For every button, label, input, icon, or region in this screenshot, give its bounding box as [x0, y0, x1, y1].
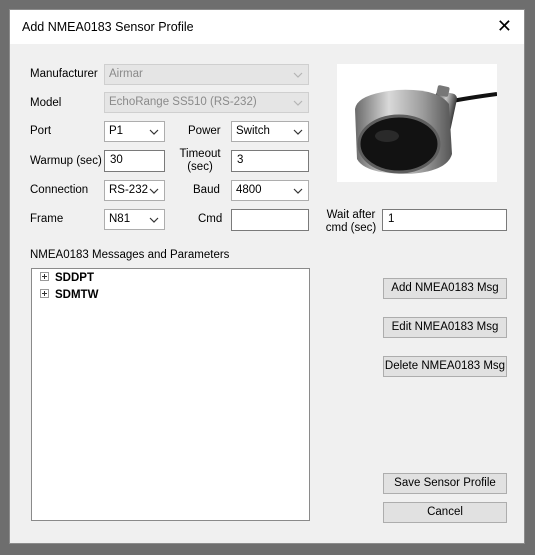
power-select[interactable]: Switch: [231, 121, 309, 142]
power-label: Power: [188, 125, 221, 137]
chevron-down-icon: [149, 129, 159, 135]
chevron-down-icon: [293, 100, 303, 106]
timeout-input[interactable]: 3: [231, 150, 309, 172]
baud-label: Baud: [193, 184, 220, 196]
cmd-input[interactable]: [231, 209, 309, 231]
port-select[interactable]: P1: [104, 121, 165, 142]
edit-nmea-msg-button[interactable]: Edit NMEA0183 Msg: [383, 317, 507, 338]
messages-label: NMEA0183 Messages and Parameters: [30, 249, 230, 261]
timeout-label-line1: Timeout: [179, 148, 221, 160]
connection-label: Connection: [30, 184, 89, 196]
tree-item-sddpt[interactable]: SDDPT: [40, 272, 94, 284]
sensor-photo: [337, 64, 498, 182]
timeout-value: 3: [237, 154, 244, 166]
chevron-down-icon: [293, 129, 303, 135]
baud-value: 4800: [236, 184, 262, 196]
frame-value: N81: [109, 213, 131, 225]
chevron-down-icon: [293, 72, 303, 78]
baud-select[interactable]: 4800: [231, 180, 309, 201]
connection-value: RS-232: [109, 184, 148, 196]
model-label: Model: [30, 97, 62, 109]
tree-item-label: SDMTW: [55, 289, 99, 301]
wait-after-cmd-label-line1: Wait after: [326, 209, 376, 221]
chevron-down-icon: [149, 188, 159, 194]
add-sensor-profile-dialog: Add NMEA0183 Sensor Profile ✕ Manufactur…: [9, 9, 525, 544]
tree-item-label: SDDPT: [55, 272, 94, 284]
close-icon[interactable]: ✕: [497, 17, 512, 35]
manufacturer-select: Airmar: [104, 64, 309, 85]
sensor-transducer-image: [355, 85, 498, 174]
title-bar: Add NMEA0183 Sensor Profile ✕: [10, 10, 524, 44]
connection-select[interactable]: RS-232: [104, 180, 165, 201]
wait-after-cmd-input[interactable]: 1: [382, 209, 507, 231]
power-value: Switch: [236, 125, 270, 137]
chevron-down-icon: [149, 217, 159, 223]
expand-plus-icon[interactable]: [40, 272, 49, 281]
delete-nmea-msg-button[interactable]: Delete NMEA0183 Msg: [383, 356, 507, 377]
add-nmea-msg-button[interactable]: Add NMEA0183 Msg: [383, 278, 507, 299]
wait-after-cmd-label-line2: cmd (sec): [325, 222, 377, 234]
frame-label: Frame: [30, 213, 64, 225]
port-label: Port: [30, 125, 52, 137]
wait-after-cmd-label: Wait after cmd (sec): [325, 209, 377, 235]
warmup-label: Warmup (sec): [30, 155, 102, 167]
warmup-value: 30: [110, 154, 123, 166]
model-value: EchoRange SS510 (RS-232): [109, 96, 257, 108]
expand-plus-icon[interactable]: [40, 289, 49, 298]
dialog-title: Add NMEA0183 Sensor Profile: [22, 20, 194, 34]
chevron-down-icon: [293, 188, 303, 194]
wait-after-cmd-value: 1: [388, 213, 395, 225]
manufacturer-value: Airmar: [109, 68, 143, 80]
messages-tree[interactable]: SDDPT SDMTW: [31, 268, 310, 521]
frame-select[interactable]: N81: [104, 209, 165, 230]
model-select: EchoRange SS510 (RS-232): [104, 92, 309, 113]
warmup-input[interactable]: 30: [104, 150, 165, 172]
tree-item-sdmtw[interactable]: SDMTW: [40, 289, 98, 301]
port-value: P1: [109, 125, 124, 137]
cmd-label: Cmd: [198, 213, 223, 225]
cancel-button[interactable]: Cancel: [383, 502, 507, 523]
manufacturer-label: Manufacturer: [30, 68, 98, 80]
timeout-label-line2: (sec): [187, 161, 213, 173]
save-sensor-profile-button[interactable]: Save Sensor Profile: [383, 473, 507, 494]
timeout-label: Timeout (sec): [178, 148, 222, 174]
